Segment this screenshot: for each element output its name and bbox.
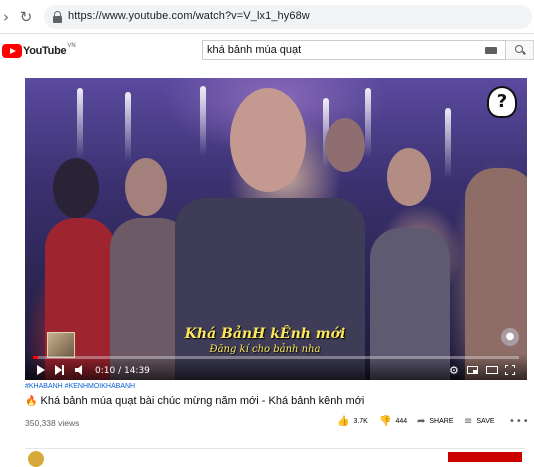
youtube-play-icon bbox=[2, 44, 22, 58]
youtube-logo[interactable]: YouTube VN bbox=[2, 43, 76, 59]
volume-icon[interactable] bbox=[75, 365, 87, 375]
progress-bar[interactable] bbox=[33, 356, 519, 359]
forward-icon[interactable]: › bbox=[0, 9, 14, 25]
fire-icon: 🔥 bbox=[25, 396, 38, 407]
view-count: 350,338 views bbox=[25, 418, 80, 428]
channel-watermark-icon: ? bbox=[487, 86, 517, 118]
address-bar[interactable]: https://www.youtube.com/watch?v=V_lx1_hy… bbox=[44, 5, 532, 29]
dislike-count: 444 bbox=[395, 418, 408, 425]
reload-icon[interactable]: ↻ bbox=[18, 9, 34, 25]
next-icon[interactable] bbox=[55, 365, 65, 375]
share-icon: ➦ bbox=[417, 416, 426, 427]
playlist-add-icon: ≡ bbox=[464, 416, 473, 427]
play-icon[interactable] bbox=[37, 365, 45, 375]
video-title: 🔥 Khá bảnh múa quạt bài chúc mừng năm mớ… bbox=[25, 395, 364, 407]
save-label: SAVE bbox=[476, 418, 495, 425]
video-actions: 👍 3.7K 👎 444 ➦ SHARE ≡ SAVE ••• bbox=[337, 416, 530, 430]
search-button[interactable] bbox=[506, 40, 534, 60]
dislike-button[interactable]: 👎 444 bbox=[379, 416, 407, 427]
subscribe-button[interactable] bbox=[448, 452, 522, 462]
url-text: https://www.youtube.com/watch?v=V_lx1_hy… bbox=[68, 10, 310, 22]
search-input[interactable]: khá bảnh múa quạt bbox=[202, 40, 506, 60]
share-label: SHARE bbox=[429, 418, 454, 425]
search-icon bbox=[515, 45, 523, 53]
logo-text: YouTube bbox=[23, 45, 67, 57]
channel-avatar[interactable] bbox=[28, 451, 44, 467]
save-button[interactable]: ≡ SAVE bbox=[464, 416, 495, 427]
video-title-text: Khá bảnh múa quạt bài chúc mừng năm mới … bbox=[40, 395, 365, 407]
hashtag-links[interactable]: #KHABANH #KENHMOIKHABANH bbox=[25, 383, 135, 390]
thumbs-up-icon: 👍 bbox=[337, 416, 350, 427]
progress-fill bbox=[33, 356, 39, 359]
like-button[interactable]: 👍 3.7K bbox=[337, 416, 368, 427]
search-query: khá bảnh múa quạt bbox=[207, 44, 302, 56]
logo-country: VN bbox=[67, 43, 76, 49]
video-caption-title: Khá BảnH kÊnh mới bbox=[184, 326, 346, 342]
thumbs-down-icon: 👎 bbox=[379, 416, 392, 427]
youtube-header: YouTube VN khá bảnh múa quạt bbox=[0, 34, 534, 68]
like-count: 3.7K bbox=[353, 418, 368, 425]
settings-gear-icon[interactable]: ⚙ bbox=[449, 365, 459, 377]
info-divider bbox=[25, 448, 525, 449]
lock-icon bbox=[53, 11, 62, 23]
miniplayer-icon[interactable] bbox=[467, 366, 478, 374]
share-button[interactable]: ➦ SHARE bbox=[417, 416, 454, 427]
more-actions-button[interactable]: ••• bbox=[509, 416, 530, 427]
more-icon: ••• bbox=[509, 416, 530, 427]
browser-toolbar: › ↻ https://www.youtube.com/watch?v=V_lx… bbox=[0, 0, 534, 34]
video-player[interactable]: ? ● Khá BảnH kÊnh mới Đăng kí cho bảnh n… bbox=[25, 78, 527, 380]
time-display: 0:10 / 14:39 bbox=[95, 366, 150, 376]
fullscreen-icon[interactable] bbox=[505, 365, 515, 375]
player-controls: 0:10 / 14:39 ⚙ bbox=[25, 354, 527, 380]
theater-mode-icon[interactable] bbox=[486, 366, 498, 374]
keyboard-icon[interactable] bbox=[485, 47, 497, 54]
